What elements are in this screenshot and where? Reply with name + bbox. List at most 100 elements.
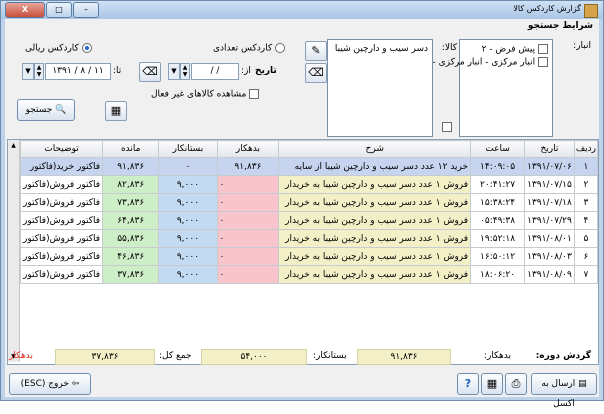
window-controls: X □ – [5,2,99,18]
from-date-input[interactable]: / / [191,63,239,80]
cell-balance: ۶۴,۸۳۶ [102,211,160,230]
credit-total: ۵۴,۰۰۰ [201,349,307,365]
cardex-rial-radio-dot[interactable] [81,43,92,53]
col-header-date[interactable]: تاریخ [524,140,575,158]
cell-notes: فاکتور فروش(فاکتور [19,247,104,266]
magnifier-icon: 🔍 [55,105,67,115]
table-row[interactable]: ۲ ۱۳۹۱/۰۷/۱۵ ۲۰:۴۱:۲۷ فروش ۱ عدد دسر سیب… [19,175,599,194]
cardex-grid[interactable]: ▲ ▼ ردیف تاریخ ساعت شرح بدهکار بستانکار [7,139,599,365]
cell-debit: ۰ [216,193,280,212]
goods-list[interactable]: دسر سیب و دارچین شیبا [327,39,433,137]
table-row[interactable]: ۴ ۱۳۹۱/۰۷/۲۹ ۰۵:۴۹:۳۸ فروش ۱ عدد دسر سیب… [19,211,599,230]
window-title: گزارش کاردکس کالا [513,4,581,13]
cell-row: ۵ [573,229,599,248]
close-button[interactable]: X [5,2,45,18]
warehouse-item-1[interactable]: پیش فرض - ۲ [482,44,548,55]
calculator-button[interactable]: ▦ [481,373,503,395]
cell-desc: فروش ۱ عدد دسر سیب و دارچین شیبا به خرید… [278,229,472,248]
grid-header-row: ردیف تاریخ ساعت شرح بدهکار بستانکار ماند… [19,140,599,158]
col-header-notes[interactable]: توضیحات [19,140,104,158]
cell-debit: ۰ [216,229,280,248]
warehouse-item-2[interactable]: انبار مرکزی - انبار مرکزی - [433,57,548,68]
total-label: جمع کل: [159,351,192,361]
minimize-button[interactable]: – [73,2,99,18]
from-date-dropdown[interactable]: ▼ [168,63,180,80]
cell-date: ۱۳۹۱/۰۷/۲۹ [524,211,575,230]
cell-credit: ۹,۰۰۰ [158,229,218,248]
cell-row: ۳ [573,193,599,212]
cell-time: ۱۴:۰۹:۰۵ [470,157,526,176]
cell-desc: فروش ۱ عدد دسر سیب و دارچین شیبا به خرید… [278,175,472,194]
to-date-spinner[interactable]: ▲ ▼ [34,63,44,80]
help-icon: ? [464,377,472,390]
cell-debit: ۰ [216,265,280,284]
help-button[interactable]: ? [457,373,479,395]
cell-credit: ۹,۰۰۰ [158,211,218,230]
col-header-time[interactable]: ساعت [470,140,526,158]
col-header-row[interactable]: ردیف [573,140,599,158]
cardex-rial-radio[interactable]: کاردکس ریالی [25,43,92,54]
col-header-credit[interactable]: بستانکار [158,140,218,158]
printer-icon: ⎙ [511,377,521,390]
cell-balance: ۵۵,۸۳۶ [102,229,160,248]
col-header-desc[interactable]: شرح [278,140,472,158]
cell-date: ۱۳۹۱/۰۸/۰۱ [524,229,575,248]
cell-desc: فروش ۱ عدد دسر سیب و دارچین شیبا به خرید… [278,193,472,212]
cell-notes: فاکتور فروش(فاکتور [19,211,104,230]
to-date-dropdown[interactable]: ▼ [22,63,34,80]
cell-credit: ۰ [158,157,218,176]
clear-goods-button[interactable]: ⌫ [305,63,327,83]
debit-label: بدهکار: [483,351,511,361]
cell-row: ۶ [573,247,599,266]
cell-balance: ۳۷,۸۳۶ [102,265,160,284]
exit-button[interactable]: ⇦ خروج (ESC) [9,373,91,395]
maximize-button[interactable]: □ [46,2,72,18]
inactive-goods-checkbox[interactable]: مشاهده کالاهای غیر فعال [151,89,260,100]
cell-date: ۱۳۹۱/۰۷/۱۵ [524,175,575,194]
cell-time: ۰۵:۴۹:۳۸ [470,211,526,230]
cardex-qty-radio[interactable]: کاردکس تعدادی [213,43,285,54]
goods-item[interactable]: دسر سیب و دارچین شیبا [335,44,428,54]
select-goods-button[interactable]: ✎ [305,41,327,61]
cell-desc: فروش ۱ عدد دسر سیب و دارچین شیبا به خرید… [278,265,472,284]
print-button[interactable]: ⎙ [505,373,527,395]
cell-balance: ۹۱,۸۳۶ [102,157,160,176]
cell-time: ۱۸:۰۶:۲۰ [470,265,526,284]
warehouse-2-checkbox[interactable] [538,57,548,67]
vertical-scrollbar[interactable]: ▲ ▼ [8,140,20,362]
cell-date: ۱۳۹۱/۰۸/۰۹ [524,265,575,284]
table-row[interactable]: ۶ ۱۳۹۱/۰۸/۰۳ ۱۶:۵۰:۱۲ فروش ۱ عدد دسر سیب… [19,247,599,266]
cell-desc: خرید ۱۲ عدد دسر سیب و دارچین شیبا از سای… [278,157,472,176]
col-header-balance[interactable]: مانده [102,140,160,158]
col-header-debit[interactable]: بدهکار [216,140,280,158]
export-settings-button[interactable]: ▦ [105,101,127,121]
cell-row: ۷ [573,265,599,284]
table-row[interactable]: ۳ ۱۳۹۱/۰۷/۱۸ ۱۵:۳۸:۲۴ فروش ۱ عدد دسر سیب… [19,193,599,212]
debit-total: ۹۱,۸۳۶ [357,349,451,365]
inactive-goods-checkbox-box[interactable] [249,89,260,99]
table-row[interactable]: ۱ ۱۳۹۱/۰۷/۰۶ ۱۴:۰۹:۰۵ خرید ۱۲ عدد دسر سی… [19,157,599,176]
table-row[interactable]: ۵ ۱۳۹۱/۰۸/۰۱ ۱۹:۵۲:۱۸ فروش ۱ عدد دسر سیب… [19,229,599,248]
cell-credit: ۹,۰۰۰ [158,175,218,194]
balance-status: بدهکار [9,351,34,361]
cell-balance: ۴۶,۸۳۶ [102,247,160,266]
warehouse-list[interactable]: پیش فرض - ۲ انبار مرکزی - انبار مرکزی - [433,39,553,137]
search-button[interactable]: 🔍 جستجو [17,99,75,121]
cell-credit: ۹,۰۰۰ [158,265,218,284]
cell-notes: فاکتور فروش(فاکتور [19,229,104,248]
folder-icon: ✎ [311,44,321,57]
cardex-table: ردیف تاریخ ساعت شرح بدهکار بستانکار ماند… [19,140,599,284]
to-date-input[interactable]: ۱۳۹۱ / ۸ / ۱۱ [45,63,111,80]
cell-date: ۱۳۹۱/۰۷/۰۶ [524,157,575,176]
select-all-checkbox[interactable] [442,122,452,132]
cell-notes: فاکتور خرید(فاکتور [19,157,104,176]
export-excel-button[interactable]: ▤ ارسال به اکسل [531,373,597,409]
table-row[interactable]: ۷ ۱۳۹۱/۰۸/۰۹ ۱۸:۰۶:۲۰ فروش ۱ عدد دسر سیب… [19,265,599,284]
goods-label: کالا: [441,43,457,53]
from-date-spinner[interactable]: ▲ ▼ [180,63,190,80]
cell-date: ۱۳۹۱/۰۷/۱۸ [524,193,575,212]
clear-date-button[interactable]: ⌫ [139,62,161,82]
scroll-up-icon[interactable]: ▲ [8,140,19,151]
cardex-qty-radio-dot[interactable] [275,43,285,53]
warehouse-1-checkbox[interactable] [538,44,548,54]
